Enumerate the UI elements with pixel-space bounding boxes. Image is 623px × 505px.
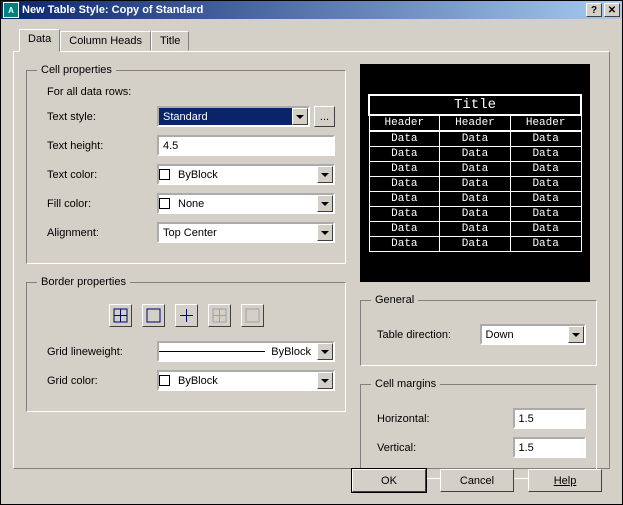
grid-lineweight-label: Grid lineweight: [37,346,157,358]
chevron-down-icon [317,195,333,212]
window-title: New Table Style: Copy of Standard [22,4,586,16]
help-button[interactable]: Help [528,469,602,492]
alignment-select[interactable]: Top Center [157,222,335,243]
border-properties-legend: Border properties [37,276,130,288]
cell-properties-legend: Cell properties [37,64,116,76]
text-style-label: Text style: [37,111,157,123]
horizontal-margin-label: Horizontal: [371,413,451,425]
cell-properties-subhead: For all data rows: [37,86,335,98]
grid-color-select[interactable]: ByBlock [157,370,335,391]
grid-color-label: Grid color: [37,375,157,387]
tab-column-heads[interactable]: Column Heads [60,31,151,51]
chevron-down-icon [317,372,333,389]
cancel-button[interactable]: Cancel [440,469,514,492]
titlebar: A New Table Style: Copy of Standard ? ✕ [1,1,622,19]
table-direction-label: Table direction: [371,329,480,341]
tab-panel: Cell properties For all data rows: Text … [13,51,610,469]
border-outer-button[interactable] [142,304,165,327]
chevron-down-icon [317,166,333,183]
swatch-icon [159,375,170,386]
cell-properties-group: Cell properties For all data rows: Text … [26,64,346,264]
text-style-select[interactable]: Standard [157,106,310,127]
horizontal-margin-input[interactable]: 1.5 [513,408,587,429]
swatch-icon [159,169,170,180]
text-height-label: Text height: [37,140,157,152]
text-style-browse-button[interactable]: ... [314,106,335,127]
alignment-label: Alignment: [37,227,157,239]
border-inner-button[interactable] [175,304,198,327]
border-all-button[interactable] [109,304,132,327]
text-height-input[interactable]: 4.5 [157,135,335,156]
fill-color-select[interactable]: None [157,193,335,214]
preview-title: Title [369,95,581,115]
chevron-down-icon [317,343,333,360]
grid-lineweight-select[interactable]: ByBlock [157,341,335,362]
tab-strip: Data Column Heads Title [19,29,610,51]
chevron-down-icon [292,108,308,125]
table-direction-select[interactable]: Down [480,324,587,345]
text-color-label: Text color: [37,169,157,181]
vertical-margin-label: Vertical: [371,442,451,454]
app-icon: A [3,2,19,18]
tab-data[interactable]: Data [19,29,60,52]
cell-margins-group: Cell margins Horizontal: 1.5 Vertical: 1… [360,378,597,479]
general-group: General Table direction: Down [360,294,597,366]
dialog-window: A New Table Style: Copy of Standard ? ✕ … [0,0,623,505]
chevron-down-icon [568,326,584,343]
swatch-icon [159,198,170,209]
cell-margins-legend: Cell margins [371,378,440,390]
vertical-margin-input[interactable]: 1.5 [513,437,587,458]
chevron-down-icon [317,224,333,241]
border-none-button[interactable] [208,304,231,327]
general-legend: General [371,294,418,306]
ok-button[interactable]: OK [352,469,426,492]
table-preview: Title HeaderHeaderHeader DataDataData Da… [360,64,590,282]
close-icon[interactable]: ✕ [604,3,620,17]
border-properties-group: Border properties Grid lineweight: [26,276,346,412]
tab-title[interactable]: Title [151,31,189,51]
text-color-select[interactable]: ByBlock [157,164,335,185]
line-sample-icon [159,351,265,352]
fill-color-label: Fill color: [37,198,157,210]
help-button-icon[interactable]: ? [586,3,602,17]
border-bottom-button[interactable] [241,304,264,327]
